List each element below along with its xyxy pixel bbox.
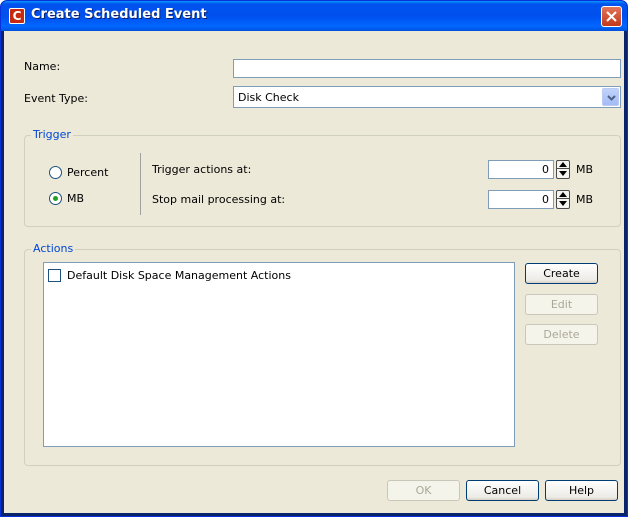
mb-radio-label[interactable]: MB: [67, 192, 84, 205]
arrow-up-icon: [559, 162, 567, 167]
default-actions-checkbox[interactable]: [48, 269, 61, 282]
trigger-actions-label: Trigger actions at:: [152, 163, 252, 176]
list-item-label: Default Disk Space Management Actions: [67, 269, 291, 282]
arrow-down-icon: [559, 201, 567, 206]
trigger-group: [24, 135, 621, 227]
help-button[interactable]: Help: [545, 480, 618, 501]
dialog-body: Name: Event Type: Disk Check Trigger Per…: [4, 31, 624, 513]
trigger-actions-input[interactable]: 0: [488, 160, 554, 179]
arrow-down-icon: [559, 171, 567, 176]
stop-mail-label: Stop mail processing at:: [152, 193, 286, 206]
ok-button[interactable]: OK: [387, 480, 460, 501]
trigger-actions-unit: MB: [576, 163, 594, 176]
chevron-down-icon: [607, 95, 616, 101]
trigger-legend: Trigger: [31, 128, 73, 141]
trigger-actions-spinner[interactable]: [556, 160, 570, 179]
name-input[interactable]: [233, 59, 621, 78]
event-type-value: Disk Check: [238, 91, 299, 104]
percent-radio-label[interactable]: Percent: [67, 166, 108, 179]
close-button[interactable]: [601, 6, 622, 27]
dropdown-button[interactable]: [602, 88, 619, 106]
delete-button[interactable]: Delete: [525, 324, 598, 345]
name-label: Name:: [24, 60, 61, 73]
create-button[interactable]: Create: [525, 263, 598, 284]
close-icon: [606, 11, 617, 22]
percent-radio[interactable]: [49, 166, 62, 179]
stop-mail-spinner[interactable]: [556, 190, 570, 209]
list-item[interactable]: Default Disk Space Management Actions: [48, 268, 508, 284]
actions-list[interactable]: Default Disk Space Management Actions: [43, 262, 515, 447]
app-icon: C: [9, 8, 25, 24]
event-type-select[interactable]: Disk Check: [233, 86, 621, 108]
trigger-divider: [140, 153, 141, 215]
mb-radio[interactable]: [49, 192, 62, 205]
edit-button[interactable]: Edit: [525, 294, 598, 315]
spin-down-button[interactable]: [557, 200, 569, 208]
spin-down-button[interactable]: [557, 170, 569, 178]
spin-up-button[interactable]: [557, 191, 569, 199]
stop-mail-unit: MB: [576, 193, 594, 206]
event-type-label: Event Type:: [24, 92, 88, 105]
dialog-window: C Create Scheduled Event Name: Event Typ…: [0, 0, 628, 517]
arrow-up-icon: [559, 192, 567, 197]
cancel-button[interactable]: Cancel: [466, 480, 539, 501]
stop-mail-input[interactable]: 0: [488, 190, 554, 209]
actions-legend: Actions: [31, 242, 76, 255]
spin-up-button[interactable]: [557, 161, 569, 169]
title-bar[interactable]: C Create Scheduled Event: [1, 1, 627, 31]
window-title: Create Scheduled Event: [31, 7, 207, 22]
